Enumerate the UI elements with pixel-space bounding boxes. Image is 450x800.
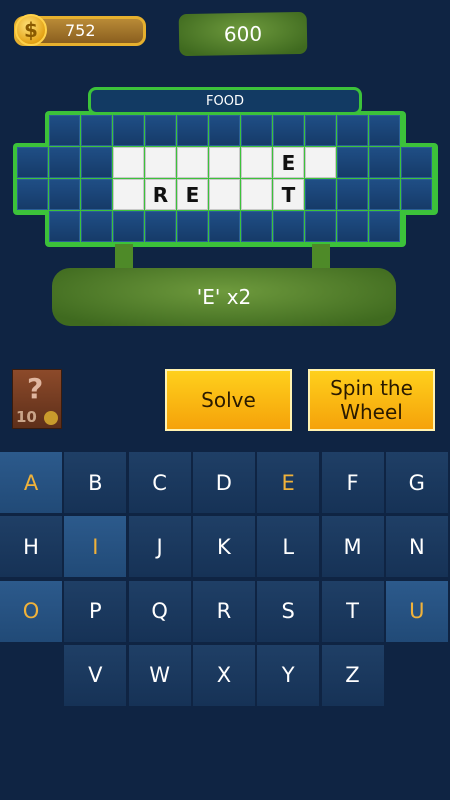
board-tile xyxy=(241,179,272,210)
round-score: 600 xyxy=(178,11,308,57)
board-tile xyxy=(81,147,112,178)
hint-button[interactable]: ? 10 xyxy=(12,369,62,429)
board-tile xyxy=(241,147,272,178)
letter-keyboard: ABCDEFG HIJKLMN OPQRSTU VWXYZ xyxy=(0,452,450,714)
key-k[interactable]: K xyxy=(192,516,255,578)
key-w[interactable]: W xyxy=(128,644,191,706)
board-tile xyxy=(369,147,400,178)
board-tile xyxy=(113,115,144,146)
board-tile: T xyxy=(273,179,304,210)
board-tile xyxy=(369,211,400,242)
board-tile xyxy=(305,115,336,146)
key-e[interactable]: E xyxy=(257,452,320,513)
board-tile xyxy=(337,115,368,146)
board-tile xyxy=(113,179,144,210)
coin-balance-value: 752 xyxy=(65,21,96,40)
board-tile xyxy=(145,211,176,242)
key-j[interactable]: J xyxy=(128,516,191,578)
board-tile xyxy=(177,211,208,242)
board-tile xyxy=(113,211,144,242)
board-tile: E xyxy=(177,179,208,210)
board-tile xyxy=(305,147,336,178)
board-tile xyxy=(81,179,112,210)
key-s[interactable]: S xyxy=(257,580,320,642)
key-z[interactable]: Z xyxy=(321,644,384,706)
board-tile xyxy=(209,211,240,242)
board-tile xyxy=(241,211,272,242)
key-o[interactable]: O xyxy=(0,580,62,642)
hint-cost: 10 xyxy=(16,408,37,426)
board-tile xyxy=(401,179,432,210)
board-tile xyxy=(17,179,48,210)
key-n[interactable]: N xyxy=(385,516,448,578)
category-label: FOOD xyxy=(88,87,362,115)
status-message: 'E' x2 xyxy=(52,268,396,326)
board-tile xyxy=(17,147,48,178)
board-post-right xyxy=(312,244,330,270)
key-g[interactable]: G xyxy=(385,452,448,513)
board-tile xyxy=(273,211,304,242)
coin-icon xyxy=(44,411,58,425)
key-h[interactable]: H xyxy=(0,516,62,578)
board-tile xyxy=(305,211,336,242)
board-tile xyxy=(209,179,240,210)
key-m[interactable]: M xyxy=(321,516,384,578)
key-c[interactable]: C xyxy=(128,452,191,513)
board-tile xyxy=(145,147,176,178)
board-tile xyxy=(305,179,336,210)
key-l[interactable]: L xyxy=(257,516,320,578)
solve-button[interactable]: Solve xyxy=(165,369,292,431)
key-u[interactable]: U xyxy=(385,580,448,642)
key-v[interactable]: V xyxy=(64,644,127,706)
key-b[interactable]: B xyxy=(64,452,127,513)
board-tile xyxy=(369,179,400,210)
board-tile xyxy=(337,211,368,242)
board-tile xyxy=(49,211,80,242)
board-tile xyxy=(81,211,112,242)
board-tile xyxy=(401,147,432,178)
board-tile xyxy=(273,115,304,146)
board-tile xyxy=(177,147,208,178)
board-tile xyxy=(49,179,80,210)
question-mark-icon: ? xyxy=(27,372,44,405)
spin-wheel-button[interactable]: Spin the Wheel xyxy=(308,369,435,431)
coin-icon: $ xyxy=(15,14,47,46)
key-p[interactable]: P xyxy=(64,580,127,642)
board-tile xyxy=(209,115,240,146)
key-blank xyxy=(385,644,448,706)
board-tile xyxy=(369,115,400,146)
board-tile: E xyxy=(273,147,304,178)
key-x[interactable]: X xyxy=(192,644,255,706)
board-tile xyxy=(49,115,80,146)
board-tile xyxy=(81,115,112,146)
board-tile xyxy=(241,115,272,146)
key-t[interactable]: T xyxy=(321,580,384,642)
board-tile xyxy=(113,147,144,178)
board-post-left xyxy=(115,244,133,270)
board-tile xyxy=(177,115,208,146)
key-a[interactable]: A xyxy=(0,452,62,513)
board-tile xyxy=(145,115,176,146)
board-tile xyxy=(49,147,80,178)
board-tile xyxy=(209,147,240,178)
key-i[interactable]: I xyxy=(64,516,127,578)
board-tile: R xyxy=(145,179,176,210)
key-blank xyxy=(0,644,62,706)
key-f[interactable]: F xyxy=(321,452,384,513)
key-q[interactable]: Q xyxy=(128,580,191,642)
board-tile xyxy=(337,179,368,210)
key-r[interactable]: R xyxy=(192,580,255,642)
board-tile xyxy=(337,147,368,178)
key-d[interactable]: D xyxy=(192,452,255,513)
key-y[interactable]: Y xyxy=(257,644,320,706)
